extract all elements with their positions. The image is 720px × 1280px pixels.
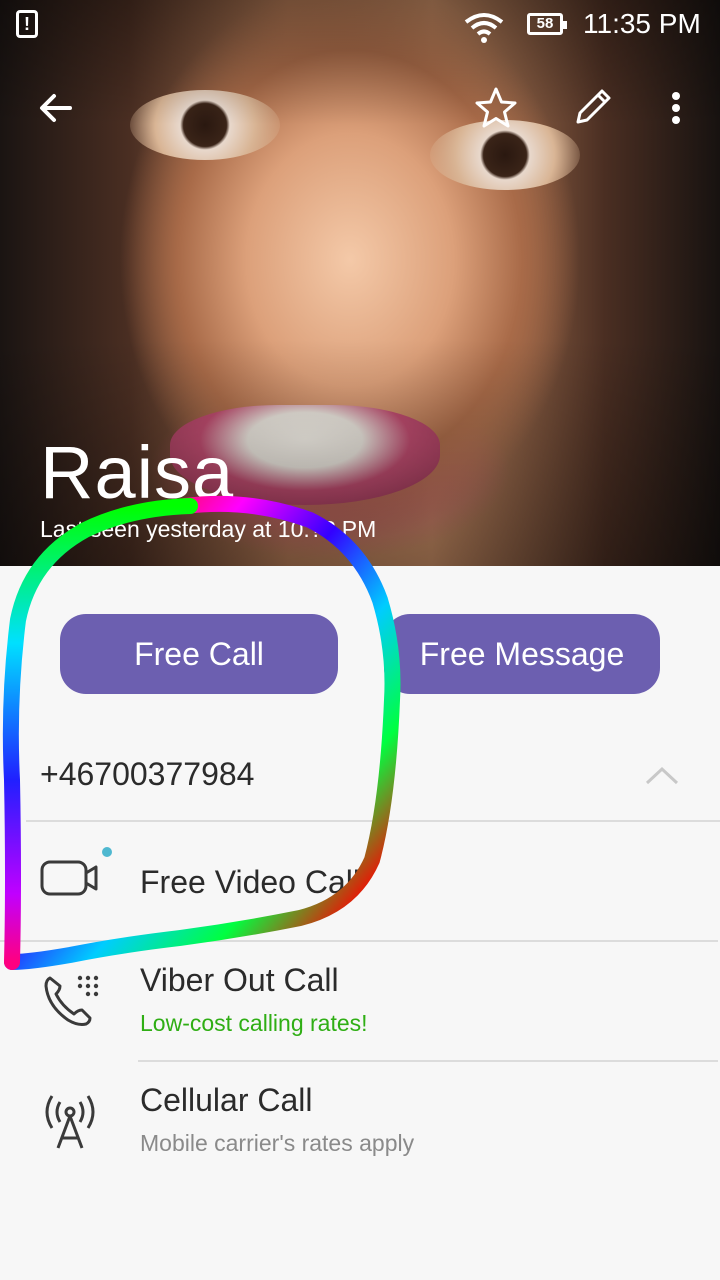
cell-tower-icon [45,1095,95,1149]
back-arrow-icon [40,94,72,122]
star-icon [475,87,517,128]
free-call-button[interactable]: Free Call [60,614,338,694]
wifi-icon [464,13,504,43]
pencil-icon [576,89,611,124]
status-time: 11:35 PM [583,8,701,39]
viber-out-call-option[interactable]: Viber Out Call Low-cost calling rates! [0,942,720,1060]
more-options-button[interactable] [648,80,704,136]
option-subtitle: Low-cost calling rates! [140,1010,368,1036]
last-seen-status: Last seen yesterday at 10:?? PM [40,516,377,542]
battery-icon: 58 [527,13,567,35]
phone-number-row[interactable]: +46700377984 [0,730,720,820]
chevron-up-icon[interactable] [644,764,680,786]
option-subtitle: Mobile carrier's rates apply [140,1130,415,1156]
free-message-button[interactable]: Free Message [384,614,660,694]
option-title: Cellular Call [140,1082,313,1118]
video-camera-icon [40,847,112,896]
free-video-call-option[interactable]: Free Video Call [0,822,720,940]
cellular-call-option[interactable]: Cellular Call Mobile carrier's rates app… [0,1062,720,1180]
option-title: Viber Out Call [140,962,339,998]
phone-dialpad-icon [44,975,99,1026]
option-title: Free Video Call [140,864,360,900]
phone-number: +46700377984 [40,756,255,792]
back-button[interactable] [28,80,84,136]
favorite-button[interactable] [468,80,524,136]
edit-button[interactable] [564,80,620,136]
more-vert-icon [672,92,680,124]
alert-icon: ! [16,10,38,38]
status-bar: ! 58 11:35 PM [0,0,720,52]
contact-name: Raisa [40,431,235,514]
